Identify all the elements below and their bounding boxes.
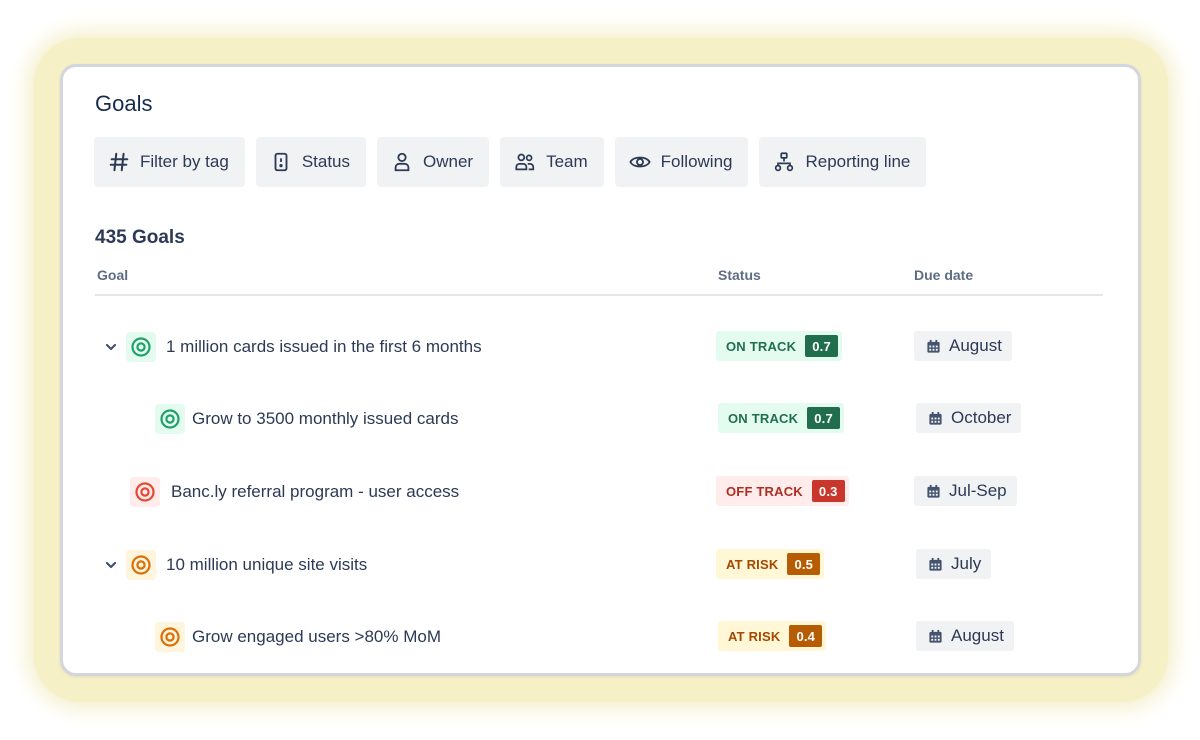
due-date-badge: July [916,549,992,579]
owner-filter-button[interactable]: Owner [377,137,490,187]
hash-icon [109,152,129,172]
filter-label: Reporting line [805,152,911,171]
target-icon [130,477,160,507]
calendar-icon [929,411,942,425]
goal-score: 0.5 [787,553,821,575]
due-date-badge: October [916,403,1022,433]
reporting-line-filter-button[interactable]: Reporting line [759,137,927,187]
filter-label: Status [301,152,351,171]
status-badge: AT RISK 0.4 [718,621,827,651]
goal-row[interactable]: Grow to 3500 monthly issued cards ON TRA… [63,399,1138,439]
status-label: ON TRACK [728,410,799,426]
column-header-goal[interactable]: Goal [97,267,128,283]
column-header-status[interactable]: Status [718,267,761,283]
status-badge: OFF TRACK 0.3 [716,476,849,506]
goal-row[interactable]: 1 million cards issued in the first 6 mo… [63,327,1138,367]
header-divider [95,294,1103,296]
chevron-down-icon[interactable] [104,558,118,572]
target-icon [155,404,185,434]
goal-score: 0.7 [807,407,840,429]
goal-count: 435 Goals [95,227,185,248]
status-label: AT RISK [726,556,779,572]
due-date-label: October [951,408,1012,427]
person-icon [394,152,410,172]
goals-panel: Goals Filter by tag Status Owner Team Fo… [60,64,1141,676]
goal-name[interactable]: Banc.ly referral program - user access [171,482,459,502]
due-date-badge: August [914,331,1012,361]
goal-name[interactable]: Grow engaged users >80% MoM [192,627,441,647]
goal-score: 0.3 [811,480,845,502]
goal-name[interactable]: 1 million cards issued in the first 6 mo… [166,337,482,357]
status-badge: AT RISK 0.5 [716,549,825,579]
goal-row[interactable]: Banc.ly referral program - user access O… [63,472,1138,512]
goal-score: 0.4 [789,625,823,647]
calendar-icon [929,557,942,571]
calendar-icon [929,629,942,643]
goal-row[interactable]: 10 million unique site visits AT RISK 0.… [63,545,1138,585]
following-filter-button[interactable]: Following [614,137,749,187]
status-label: ON TRACK [726,338,797,354]
goal-name[interactable]: 10 million unique site visits [166,555,367,575]
status-label: OFF TRACK [726,483,803,499]
calendar-icon [927,484,940,498]
status-badge: ON TRACK 0.7 [718,403,844,433]
status-label: AT RISK [728,628,781,644]
hierarchy-icon [775,152,794,172]
due-date-label: August [951,626,1004,645]
filter-label: Following [660,152,733,171]
goal-row[interactable]: Grow engaged users >80% MoM AT RISK 0.4 … [63,617,1138,657]
status-icon [274,152,288,172]
status-filter-button[interactable]: Status [255,137,367,187]
team-filter-button[interactable]: Team [500,137,604,187]
goal-name[interactable]: Grow to 3500 monthly issued cards [192,409,458,429]
status-badge: ON TRACK 0.7 [716,331,842,361]
eye-icon [629,156,651,168]
filter-label: Filter by tag [140,152,229,171]
chevron-down-icon[interactable] [104,340,118,354]
team-icon [515,153,535,171]
goal-score: 0.7 [805,335,838,357]
due-date-label: August [949,336,1002,355]
due-date-label: Jul-Sep [949,481,1007,500]
due-date-badge: August [916,621,1014,651]
filter-by-tag-button[interactable]: Filter by tag [94,137,245,187]
column-header-due-date[interactable]: Due date [914,267,973,283]
filter-label: Owner [423,152,474,171]
target-icon [126,550,156,580]
due-date-label: July [951,554,982,573]
filter-bar: Filter by tag Status Owner Team Followin… [94,137,927,187]
target-icon [126,332,156,362]
calendar-icon [927,339,940,353]
due-date-badge: Jul-Sep [914,476,1017,506]
page-title: Goals [95,91,153,116]
filter-label: Team [546,152,588,171]
target-icon [155,622,185,652]
